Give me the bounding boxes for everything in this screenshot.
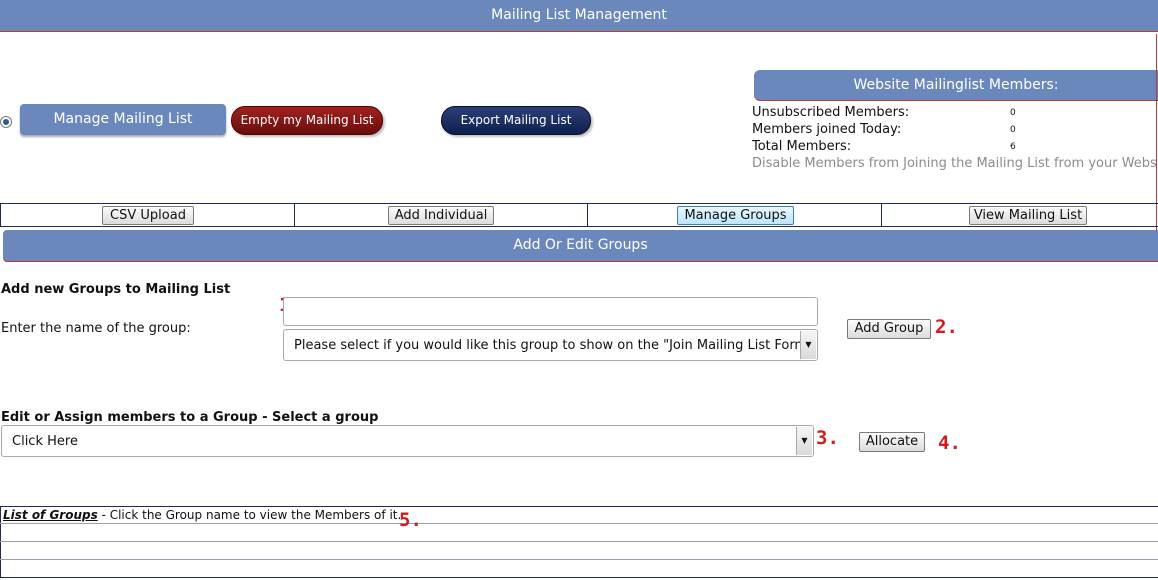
allocate-button[interactable]: Allocate (859, 432, 925, 452)
tab-cell-view-mailing-list: View Mailing List (882, 204, 1158, 226)
tab-add-individual[interactable]: Add Individual (388, 206, 494, 225)
radio-button[interactable] (0, 116, 12, 128)
group-select[interactable]: Click Here ▼ (1, 425, 814, 457)
tabs-row: CSV Upload Add Individual Manage Groups … (0, 203, 1158, 227)
groups-list-divider (0, 541, 1158, 542)
groups-list-divider (0, 559, 1158, 560)
tab-cell-manage-groups: Manage Groups (588, 204, 882, 226)
disable-joining-link[interactable]: Disable Members from Joining the Mailing… (752, 156, 1158, 171)
groups-list-title[interactable]: List of Groups (3, 508, 98, 522)
page-header: Mailing List Management (0, 0, 1158, 32)
groups-list-caption: List of Groups - Click the Group name to… (3, 508, 401, 522)
annotation-5: 5. (399, 509, 422, 531)
annotation-4: 4. (938, 432, 961, 454)
stats-panel-title: Website Mailinglist Members: (754, 70, 1158, 101)
unsubscribed-label: Unsubscribed Members: (752, 105, 910, 120)
joined-today-value: 0 (1010, 125, 1016, 135)
unsubscribed-value: 0 (1010, 108, 1016, 118)
groups-list-divider (0, 523, 1158, 524)
joined-today-label: Members joined Today: (752, 122, 902, 137)
annotation-2: 2. (935, 316, 958, 338)
empty-mailing-list-button[interactable]: Empty my Mailing List (231, 106, 383, 135)
chevron-down-icon[interactable]: ▼ (796, 427, 812, 455)
tab-cell-csv-upload: CSV Upload (1, 204, 295, 226)
add-group-button[interactable]: Add Group (847, 319, 931, 339)
group-visibility-select-value: Please select if you would like this gro… (294, 338, 814, 353)
chevron-down-icon[interactable]: ▼ (800, 331, 816, 359)
total-members-label: Total Members: (752, 139, 852, 154)
add-group-heading: Add new Groups to Mailing List (1, 282, 231, 297)
tab-view-mailing-list[interactable]: View Mailing List (969, 206, 1087, 225)
group-name-input[interactable] (283, 297, 818, 326)
tab-cell-add-individual: Add Individual (295, 204, 588, 226)
tab-manage-groups[interactable]: Manage Groups (677, 206, 794, 225)
group-visibility-select[interactable]: Please select if you would like this gro… (283, 329, 818, 361)
manage-mailing-list-button[interactable]: Manage Mailing List (20, 104, 226, 135)
annotation-3: 3. (816, 427, 839, 449)
group-name-label: Enter the name of the group: (1, 321, 191, 336)
assign-heading: Edit or Assign members to a Group - Sele… (1, 410, 379, 425)
section-title: Add Or Edit Groups (3, 230, 1158, 262)
tab-csv-upload[interactable]: CSV Upload (102, 206, 194, 225)
group-select-value: Click Here (12, 434, 78, 449)
total-members-value: 6 (1010, 142, 1016, 152)
groups-list-description: - Click the Group name to view the Membe… (97, 508, 402, 522)
export-mailing-list-button[interactable]: Export Mailing List (441, 106, 591, 135)
